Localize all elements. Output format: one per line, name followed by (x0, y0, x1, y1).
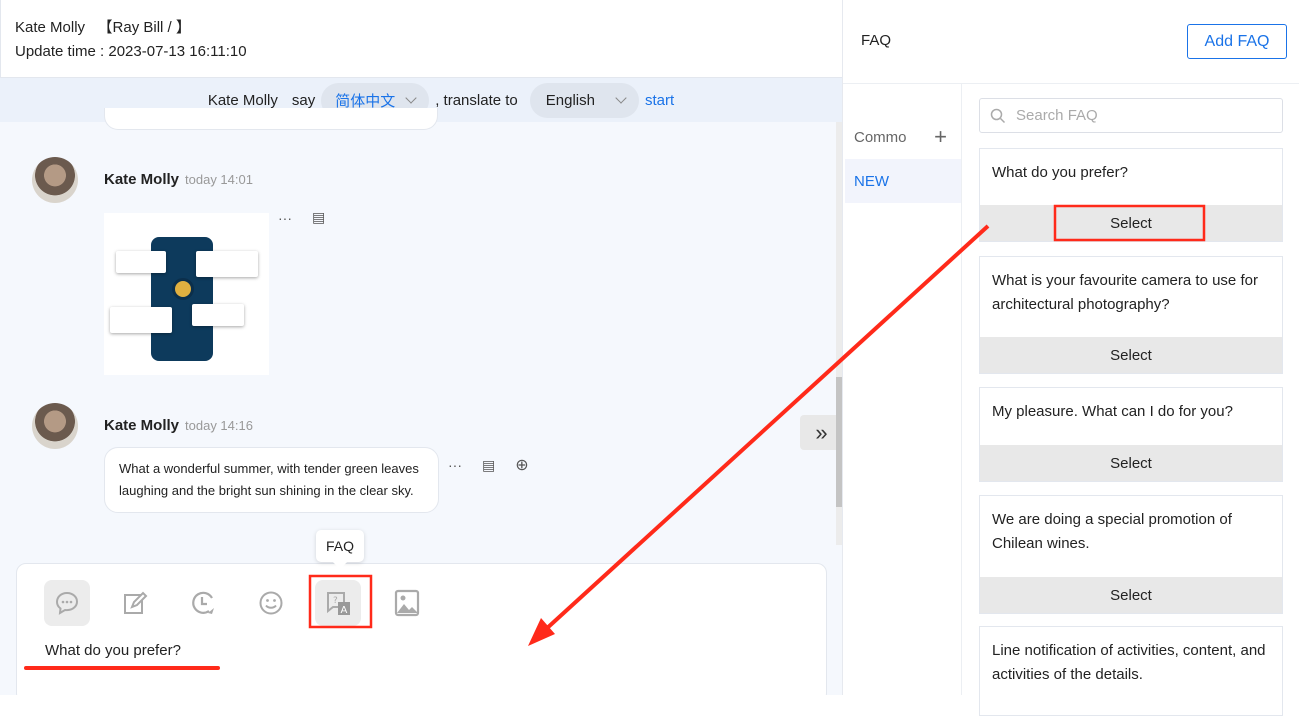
add-category-icon[interactable]: + (934, 124, 947, 150)
add-faq-button[interactable]: Add FAQ (1187, 24, 1287, 59)
avatar (32, 403, 78, 449)
faq-question: Line notification of activities, content… (992, 642, 1266, 683)
faq-item: What do you prefer? Select (979, 148, 1283, 242)
search-icon (990, 108, 1006, 123)
say-label: say (291, 91, 316, 109)
quick-reply-tool[interactable] (44, 580, 90, 626)
edit-icon (124, 591, 148, 614)
select-button[interactable]: Select (980, 205, 1282, 241)
chat-header: Kate Molly 【Ray Bill / 】 Update time : 2… (0, 0, 842, 78)
faq-question: My pleasure. What can I do for you? (992, 403, 1233, 420)
globe-translate-icon[interactable]: ⊕ (515, 455, 528, 475)
faq-search-input[interactable]: Search FAQ (979, 98, 1283, 133)
message-bubble: What a wonderful summer, with tender gre… (104, 447, 439, 513)
sender-name: Kate Molly (104, 171, 180, 188)
svg-text:?: ? (333, 596, 338, 606)
message-actions: ··· ▤ (278, 209, 325, 226)
message-time: today 14:16 (185, 418, 253, 433)
target-language-value: English (545, 91, 595, 109)
svg-text:A: A (341, 605, 348, 616)
select-button[interactable]: Select (980, 445, 1282, 481)
avatar (32, 157, 78, 203)
agent-label: 【Ray Bill / 】 (97, 19, 191, 36)
faq-item: We are doing a special promotion of Chil… (979, 495, 1283, 614)
message-image[interactable] (104, 213, 269, 375)
update-time: Update time : 2023-07-13 16:11:10 (15, 43, 247, 60)
note-icon[interactable]: ▤ (312, 209, 325, 226)
message-input[interactable]: What do you prefer? (45, 642, 181, 659)
more-icon[interactable]: ··· (448, 457, 462, 473)
faq-panel: FAQ Add FAQ Commo + NEW Search FAQ What d… (843, 0, 1299, 716)
message-time: today 14:01 (185, 172, 253, 187)
faq-title: FAQ (861, 32, 892, 49)
faq-question: What do you prefer? (992, 164, 1128, 181)
history-tool[interactable] (180, 580, 226, 626)
faq-item: What is your favourite camera to use for… (979, 256, 1283, 374)
image-tool[interactable] (384, 580, 430, 626)
category-label: NEW (854, 172, 889, 190)
image-icon (394, 589, 420, 617)
sender-name: Kate Molly (104, 417, 180, 434)
scrollbar-thumb[interactable] (836, 377, 842, 507)
edit-tool[interactable] (112, 580, 158, 626)
message-actions: ··· ▤ ⊕ (448, 455, 529, 475)
category-common[interactable]: Commo + (845, 115, 961, 159)
faq-icon: ?A (327, 592, 350, 616)
faq-categories: Commo + NEW (843, 84, 962, 695)
faq-question: We are doing a special promotion of Chil… (992, 511, 1232, 552)
select-button[interactable]: Select (980, 337, 1282, 373)
history-icon (192, 591, 214, 614)
target-language-select[interactable]: English (529, 82, 639, 118)
emoji-tool[interactable] (248, 580, 294, 626)
faq-item: Line notification of activities, content… (979, 626, 1283, 716)
category-label: Commo (854, 128, 907, 146)
faq-item: My pleasure. What can I do for you? Selec… (979, 387, 1283, 482)
speaker-name: Kate Molly (207, 91, 278, 109)
note-icon[interactable]: ▤ (482, 457, 495, 474)
select-button[interactable]: Select (980, 577, 1282, 613)
faq-tool[interactable]: ? A (315, 580, 361, 626)
faq-tooltip: FAQ (316, 530, 364, 562)
contact-name: Kate Molly (15, 19, 86, 36)
chevron-down-icon (615, 92, 627, 104)
more-icon[interactable]: ··· (278, 210, 292, 226)
chevron-down-icon (405, 92, 417, 104)
faq-header: FAQ Add FAQ (843, 0, 1299, 84)
faq-question: What is your favourite camera to use for… (992, 272, 1258, 313)
emoji-icon (259, 591, 283, 615)
category-new[interactable]: NEW (845, 159, 961, 203)
translate-to-label: , translate to (435, 91, 518, 109)
chat-panel: Kate Molly 【Ray Bill / 】 Update time : 2… (0, 0, 843, 695)
previous-message-bubble (104, 108, 438, 130)
chat-bubble-icon (55, 591, 79, 615)
search-placeholder: Search FAQ (1016, 107, 1098, 124)
composer: ? A What do you prefer? (16, 563, 827, 695)
start-translate-link[interactable]: start (645, 92, 674, 109)
